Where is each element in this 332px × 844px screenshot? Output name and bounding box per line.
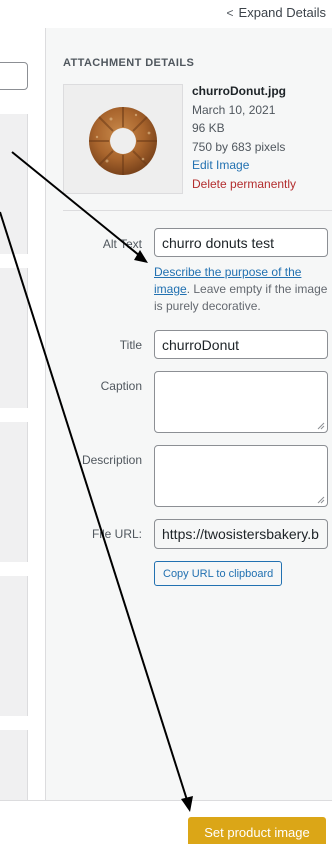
expand-details-label: Expand Details — [238, 5, 326, 20]
attachment-info: churroDonut.jpg March 10, 2021 96 KB 750… — [192, 82, 296, 193]
media-tile[interactable] — [0, 730, 28, 800]
edit-image-link[interactable]: Edit Image — [192, 156, 296, 175]
search-input[interactable] — [0, 62, 28, 90]
alt-text-help: Describe the purpose of the image. Leave… — [154, 264, 330, 315]
title-label: Title — [119, 338, 142, 352]
copy-url-button[interactable]: Copy URL to clipboard — [154, 561, 283, 586]
file-url-input[interactable]: https://twosistersbakery.b — [154, 519, 328, 549]
caption-textarea[interactable] — [154, 371, 328, 433]
file-url-value: https://twosistersbakery.b — [162, 526, 319, 542]
title-value: churroDonut — [162, 336, 240, 353]
description-textarea[interactable] — [154, 445, 328, 507]
media-tile[interactable] — [0, 576, 28, 716]
image-dimensions: 750 by 683 pixels — [192, 139, 286, 154]
description-label: Description — [81, 453, 142, 467]
media-tile[interactable] — [0, 268, 28, 408]
file-name: churroDonut.jpg — [192, 84, 286, 98]
file-size: 96 KB — [192, 121, 225, 135]
attachment-details-heading: ATTACHMENT DETAILS — [63, 57, 195, 69]
media-tile[interactable] — [0, 422, 28, 562]
modal-footer: Set product image — [0, 800, 332, 844]
alt-text-input[interactable]: churro donuts test — [154, 228, 328, 257]
chevron-left-icon: < — [226, 5, 234, 20]
media-tile[interactable] — [0, 114, 28, 254]
divider — [63, 210, 332, 211]
delete-permanently-link[interactable]: Delete permanently — [192, 175, 296, 194]
upload-date: March 10, 2021 — [192, 102, 276, 117]
set-product-image-button[interactable]: Set product image — [188, 817, 326, 844]
donut-thumbnail-image — [89, 107, 157, 175]
caption-label: Caption — [100, 379, 142, 393]
file-url-label: File URL: — [91, 527, 142, 541]
alt-text-label: Alt Text — [102, 237, 142, 251]
attachment-thumbnail — [63, 84, 183, 194]
top-bar: < Expand Details — [0, 0, 332, 28]
alt-text-value: churro donuts test — [162, 234, 275, 251]
title-input[interactable]: churroDonut — [154, 330, 328, 359]
resize-handle-icon[interactable] — [317, 496, 325, 504]
attachment-details-panel: ATTACHMENT DETAILS churroDonut.jpg March… — [45, 28, 332, 800]
expand-details-link[interactable]: < Expand Details — [227, 5, 326, 20]
media-grid-strip: , — [0, 28, 45, 800]
resize-handle-icon[interactable] — [317, 422, 325, 430]
